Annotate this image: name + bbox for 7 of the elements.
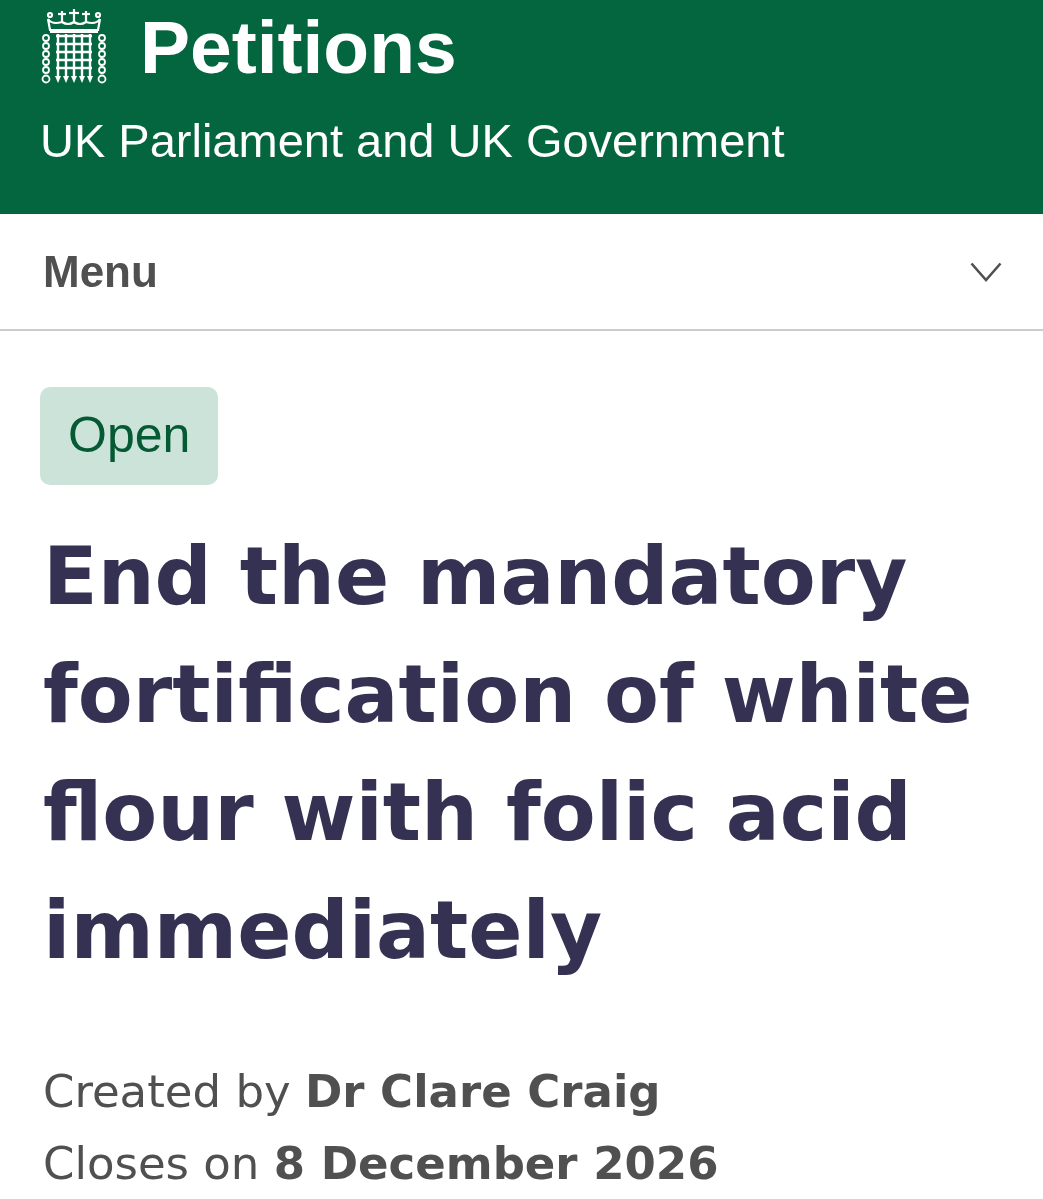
portcullis-icon[interactable] [40,8,108,86]
detail-line: Closes on 8 December 2026 [43,1135,720,1192]
detail-line: Created by Dr Clare Craig [43,1063,662,1120]
site-title[interactable]: Petitions [140,10,457,85]
site-subtitle: UK Parliament and UK Government [40,113,786,169]
status-badge: Open [40,387,219,485]
petition-title: End the mandatory fortification of white flour with folic acid immediately [43,528,974,979]
